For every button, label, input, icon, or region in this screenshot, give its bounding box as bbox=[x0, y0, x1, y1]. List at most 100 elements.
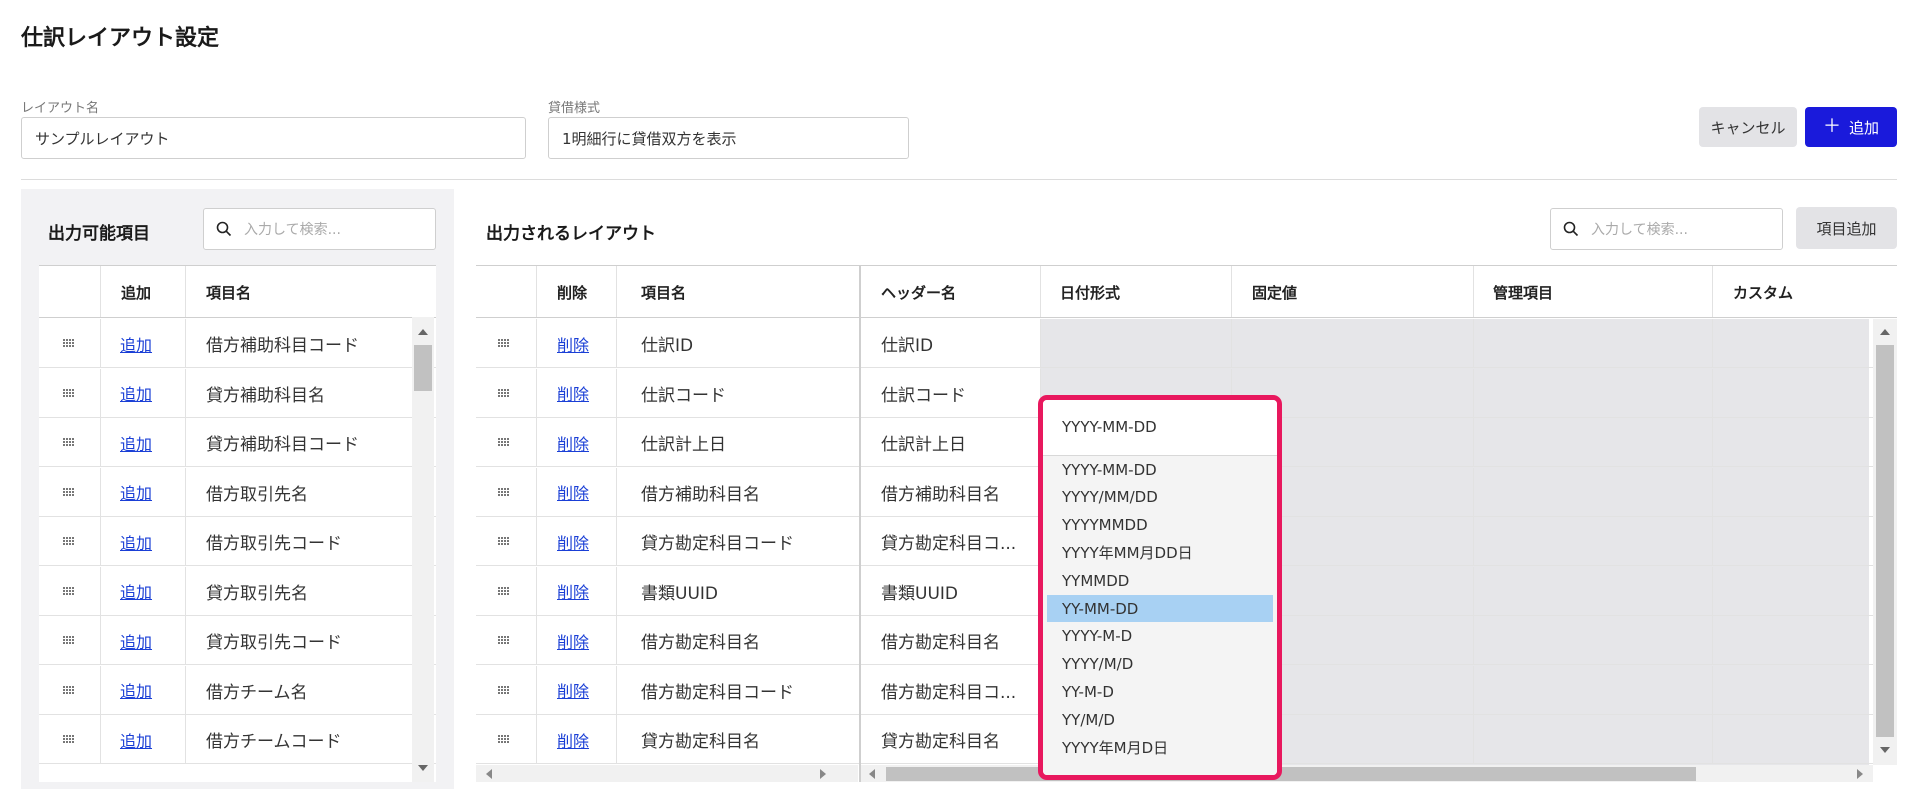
drag-handle-icon[interactable] bbox=[63, 735, 75, 743]
delete-link[interactable]: 削除 bbox=[557, 678, 589, 702]
item-name-cell: 借方チームコード bbox=[206, 732, 342, 752]
delete-cell: 削除 bbox=[557, 616, 589, 665]
available-items-table: 追加 項目名 追加 借方補助科目コード 追加 貸方補助科目名 追加 貸方補助科目コード 追加… bbox=[39, 265, 436, 782]
date-format-option[interactable]: YYYY/M/D bbox=[1047, 651, 1273, 678]
available-items-title: 出力可能項目 bbox=[48, 224, 150, 244]
add-link[interactable]: 追加 bbox=[120, 431, 152, 455]
scrollbar-thumb[interactable] bbox=[1876, 345, 1894, 737]
delete-link[interactable]: 削除 bbox=[557, 530, 589, 554]
add-cell: 追加 bbox=[120, 666, 152, 715]
date-format-option[interactable]: YYYY年MM月DD日 bbox=[1047, 539, 1273, 566]
add-cell: 追加 bbox=[120, 616, 152, 665]
item-name-cell: 貸方勘定科目名 bbox=[641, 732, 760, 752]
date-format-option[interactable]: YYYY年M月D日 bbox=[1047, 734, 1273, 761]
scroll-up-icon[interactable] bbox=[1880, 329, 1890, 335]
drag-handle-icon[interactable] bbox=[63, 636, 75, 644]
scroll-right-icon[interactable] bbox=[1857, 769, 1863, 779]
delete-cell: 削除 bbox=[557, 666, 589, 715]
header-name-cell[interactable]: 借方勘定科目コ... bbox=[881, 666, 1016, 715]
date-format-option[interactable]: YYYY-M-D bbox=[1047, 623, 1273, 650]
search-icon bbox=[216, 221, 232, 237]
main-horizontal-scrollbar[interactable] bbox=[861, 765, 1873, 782]
delete-link[interactable]: 削除 bbox=[557, 381, 589, 405]
date-format-option[interactable]: YYMMDD bbox=[1047, 567, 1273, 594]
header-name-cell[interactable]: 仕訳計上日 bbox=[881, 418, 966, 467]
style-label: 貸借様式 bbox=[548, 101, 601, 116]
header-name-cell[interactable]: 借方補助科目名 bbox=[881, 468, 1000, 517]
item-name-cell: 仕訳ID bbox=[641, 336, 694, 356]
drag-handle-icon[interactable] bbox=[63, 438, 75, 446]
drag-handle-icon[interactable] bbox=[498, 388, 510, 397]
column-header-item-name: 項目名 bbox=[206, 283, 252, 302]
header-name-cell[interactable]: 仕訳コード bbox=[881, 369, 966, 418]
date-format-option[interactable]: YYYY/MM/DD bbox=[1047, 484, 1273, 511]
right-vertical-scrollbar[interactable] bbox=[1873, 319, 1897, 765]
date-format-option[interactable]: YY-M-D bbox=[1047, 678, 1273, 705]
drag-handle-icon[interactable] bbox=[63, 537, 75, 545]
add-link[interactable]: 追加 bbox=[120, 678, 152, 702]
scroll-down-icon[interactable] bbox=[418, 765, 428, 771]
header-name-cell[interactable]: 貸方勘定科目コ... bbox=[881, 517, 1016, 566]
drag-handle-icon[interactable] bbox=[498, 438, 510, 446]
scroll-down-icon[interactable] bbox=[1880, 747, 1890, 753]
style-select[interactable]: 1明細行に貸借双方を表示 bbox=[548, 117, 909, 159]
header-name-cell[interactable]: 借方勘定科目名 bbox=[881, 616, 1000, 665]
add-link[interactable]: 追加 bbox=[120, 332, 152, 356]
delete-link[interactable]: 削除 bbox=[557, 431, 589, 455]
item-name-cell: 貸方補助科目名 bbox=[206, 385, 325, 406]
delete-link[interactable]: 削除 bbox=[557, 629, 589, 653]
add-item-button[interactable]: 項目追加 bbox=[1796, 207, 1897, 249]
drag-handle-icon[interactable] bbox=[63, 685, 75, 694]
layout-name-input[interactable]: サンプルレイアウト bbox=[21, 117, 526, 159]
drag-handle-icon[interactable] bbox=[498, 685, 510, 694]
right-search-input[interactable]: 入力して検索... bbox=[1550, 208, 1783, 250]
scroll-left-icon[interactable] bbox=[486, 769, 492, 779]
header-name-cell[interactable]: 書類UUID bbox=[881, 567, 958, 616]
drag-handle-icon[interactable] bbox=[498, 537, 510, 545]
date-format-option[interactable]: YYYYMMDD bbox=[1047, 512, 1273, 539]
scroll-up-icon[interactable] bbox=[418, 329, 428, 335]
add-link[interactable]: 追加 bbox=[120, 728, 152, 752]
drag-handle-icon[interactable] bbox=[63, 388, 75, 397]
add-link[interactable]: 追加 bbox=[120, 530, 152, 554]
drag-handle-icon[interactable] bbox=[63, 487, 75, 496]
delete-link[interactable]: 削除 bbox=[557, 579, 589, 603]
item-name-cell: 仕訳計上日 bbox=[641, 435, 726, 455]
date-format-dropdown[interactable]: YYYY-MM-DD YYYY-MM-DD YYYY/MM/DD YYYYMMDD Y… bbox=[1038, 395, 1282, 780]
table-row: 追加 貸方補助科目名 bbox=[39, 368, 436, 418]
header-name-cell[interactable]: 仕訳ID bbox=[881, 319, 933, 368]
delete-link[interactable]: 削除 bbox=[557, 480, 589, 504]
scrollbar-thumb[interactable] bbox=[414, 345, 432, 391]
cancel-button[interactable]: キャンセル bbox=[1699, 107, 1797, 147]
drag-handle-icon[interactable] bbox=[498, 735, 510, 743]
drag-handle-icon[interactable] bbox=[498, 636, 510, 644]
delete-cell: 削除 bbox=[557, 319, 589, 368]
add-link[interactable]: 追加 bbox=[120, 480, 152, 504]
column-header-header-name: ヘッダー名 bbox=[881, 283, 957, 302]
date-format-option[interactable]: YYYY-MM-DD bbox=[1047, 456, 1273, 483]
add-button[interactable]: ＋ 追加 bbox=[1805, 107, 1897, 147]
delete-link[interactable]: 削除 bbox=[557, 332, 589, 356]
drag-handle-icon[interactable] bbox=[498, 487, 510, 496]
left-search-input[interactable]: 入力して検索... bbox=[203, 208, 436, 250]
header-name-cell[interactable]: 貸方勘定科目名 bbox=[881, 715, 1000, 764]
table-header: 追加 項目名 bbox=[39, 266, 436, 318]
drag-handle-icon[interactable] bbox=[63, 586, 75, 595]
add-link[interactable]: 追加 bbox=[120, 381, 152, 405]
delete-link[interactable]: 削除 bbox=[557, 728, 589, 752]
table-row: 追加 借方補助科目コード bbox=[39, 319, 436, 368]
add-link[interactable]: 追加 bbox=[120, 629, 152, 653]
drag-handle-icon[interactable] bbox=[498, 339, 510, 347]
date-format-option[interactable]: YY-MM-DD bbox=[1047, 595, 1273, 622]
table-header: 削除 項目名 ヘッダー名 日付形式 固定値 管理項目 カスタム bbox=[476, 266, 1897, 318]
date-format-selected-value[interactable]: YYYY-MM-DD bbox=[1043, 400, 1277, 454]
drag-handle-icon[interactable] bbox=[63, 339, 75, 347]
scroll-right-icon[interactable] bbox=[820, 769, 826, 779]
scroll-left-icon[interactable] bbox=[869, 769, 875, 779]
scrollbar-thumb[interactable] bbox=[886, 767, 1696, 781]
date-format-option[interactable]: YY/M/D bbox=[1047, 706, 1273, 733]
left-scrollbar[interactable] bbox=[412, 317, 434, 782]
drag-handle-icon[interactable] bbox=[498, 586, 510, 595]
add-link[interactable]: 追加 bbox=[120, 579, 152, 603]
frozen-horizontal-scrollbar[interactable] bbox=[476, 765, 858, 782]
